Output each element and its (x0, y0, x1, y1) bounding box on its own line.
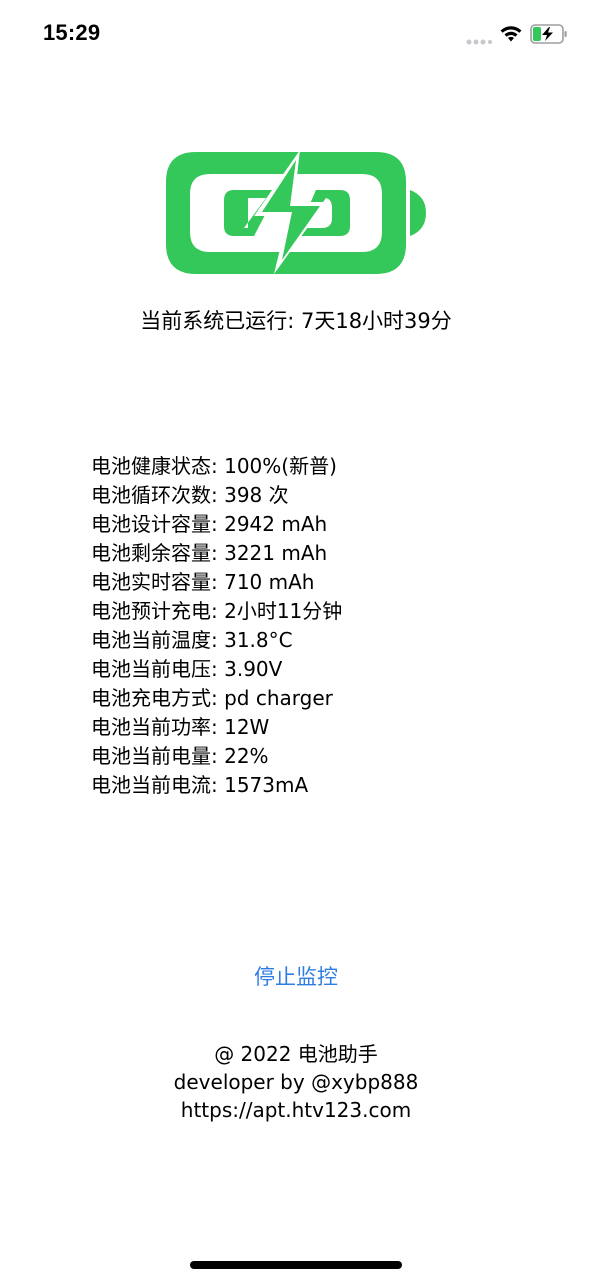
developer-credit: developer by @xybp888 (173, 1070, 419, 1094)
list-item: 电池剩余容量: 3221 mAh (91, 539, 342, 568)
signal-dots-icon (466, 39, 492, 45)
status-time: 15:29 (43, 20, 101, 45)
info-label: 电池当前电压: (91, 657, 225, 681)
info-value: 31.8°C (224, 628, 293, 652)
list-item: 电池循环次数: 398 次 (91, 481, 342, 510)
list-item: 电池当前功率: 12W (91, 713, 342, 742)
info-label: 电池循环次数: (91, 483, 225, 507)
info-value: pd charger (224, 686, 333, 710)
list-item: 电池充电方式: pd charger (91, 684, 342, 713)
list-item: 电池当前电压: 3.90V (91, 655, 342, 684)
uptime-label: 当前系统已运行: 7天18小时39分 (140, 309, 452, 333)
info-value: 2942 mAh (224, 512, 328, 536)
battery-charging-icon (166, 150, 426, 274)
info-value: 3221 mAh (224, 541, 328, 565)
info-value: 100%(新普) (224, 454, 337, 478)
info-value: 3.90V (224, 657, 283, 681)
info-label: 电池剩余容量: (91, 541, 225, 565)
home-indicator[interactable] (190, 1261, 402, 1269)
battery-charging-icon (530, 24, 567, 44)
footer: @ 2022 电池助手 developer by @xybp888 https:… (0, 1040, 592, 1124)
info-value: 22% (224, 744, 269, 768)
info-value: 12W (224, 715, 270, 739)
info-label: 电池当前电量: (91, 744, 225, 768)
list-item: 电池当前温度: 31.8°C (91, 626, 342, 655)
info-label: 电池当前功率: (91, 715, 225, 739)
list-item: 电池当前电流: 1573mA (91, 771, 342, 800)
list-item: 电池实时容量: 710 mAh (91, 568, 342, 597)
copyright-text: @ 2022 电池助手 (214, 1042, 378, 1066)
website-url: https://apt.htv123.com (180, 1098, 412, 1122)
info-label: 电池当前温度: (91, 628, 225, 652)
list-item: 电池设计容量: 2942 mAh (91, 510, 342, 539)
list-item: 电池当前电量: 22% (91, 742, 342, 771)
list-item: 电池预计充电: 2小时11分钟 (91, 597, 342, 626)
info-label: 电池当前电流: (91, 773, 225, 797)
battery-info-list: 电池健康状态: 100%(新普) 电池循环次数: 398 次 电池设计容量: 2… (91, 452, 342, 800)
status-bar: 15:29 (0, 0, 592, 72)
info-label: 电池设计容量: (91, 512, 225, 536)
wifi-icon (500, 26, 522, 42)
info-value: 2小时11分钟 (224, 599, 343, 623)
info-value: 710 mAh (224, 570, 315, 594)
info-label: 电池健康状态: (91, 454, 225, 478)
info-value: 398 次 (224, 483, 289, 507)
info-label: 电池预计充电: (91, 599, 225, 623)
stop-monitoring-button[interactable]: 停止监控 (246, 960, 346, 994)
info-value: 1573mA (224, 773, 309, 797)
info-label: 电池实时容量: (91, 570, 225, 594)
info-label: 电池充电方式: (91, 686, 225, 710)
list-item: 电池健康状态: 100%(新普) (91, 452, 342, 481)
